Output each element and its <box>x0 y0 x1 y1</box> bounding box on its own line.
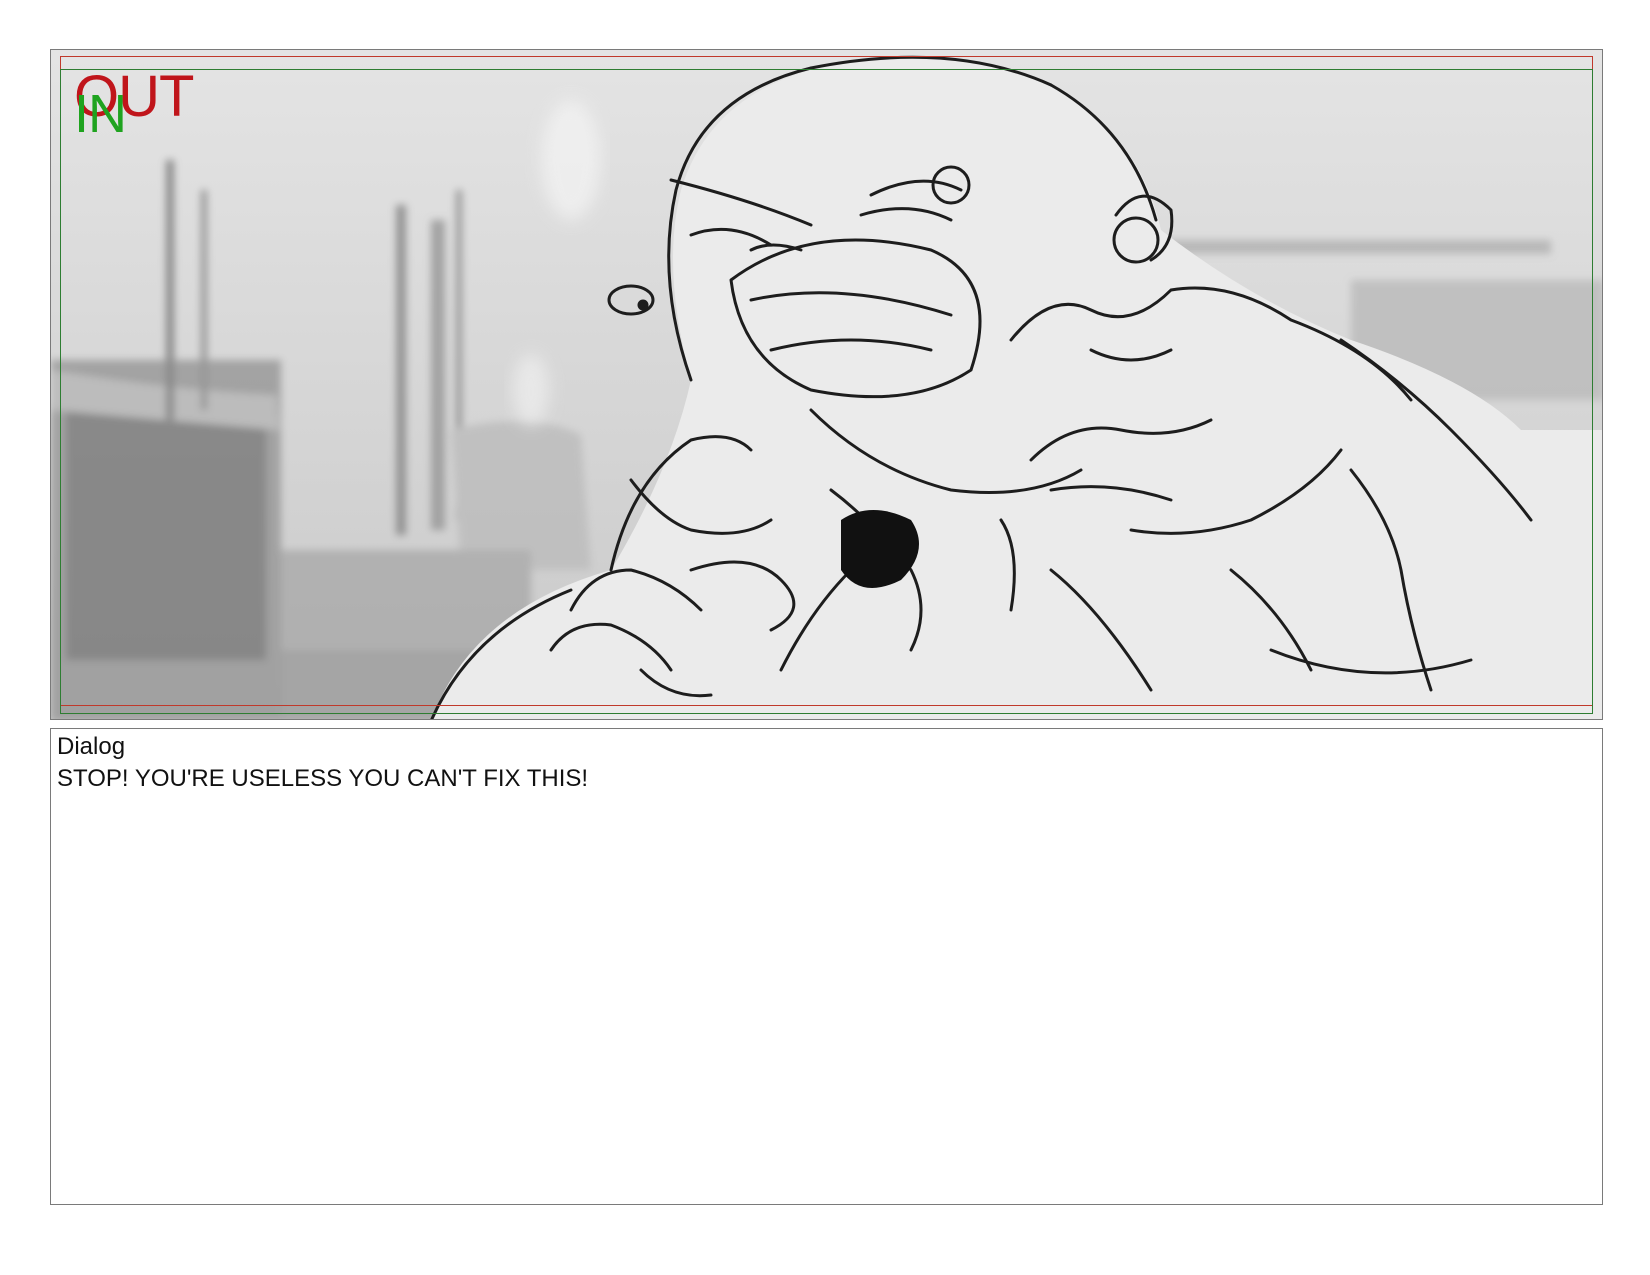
dialog-box: Dialog STOP! YOU'RE USELESS YOU CAN'T FI… <box>50 728 1603 1205</box>
dialog-text: STOP! YOU'RE USELESS YOU CAN'T FIX THIS! <box>57 765 589 792</box>
dialog-heading: Dialog <box>57 733 126 760</box>
storyboard-panel: OUT IN <box>50 49 1603 720</box>
sketch-drawing <box>51 50 1602 719</box>
in-label: IN <box>74 84 127 144</box>
